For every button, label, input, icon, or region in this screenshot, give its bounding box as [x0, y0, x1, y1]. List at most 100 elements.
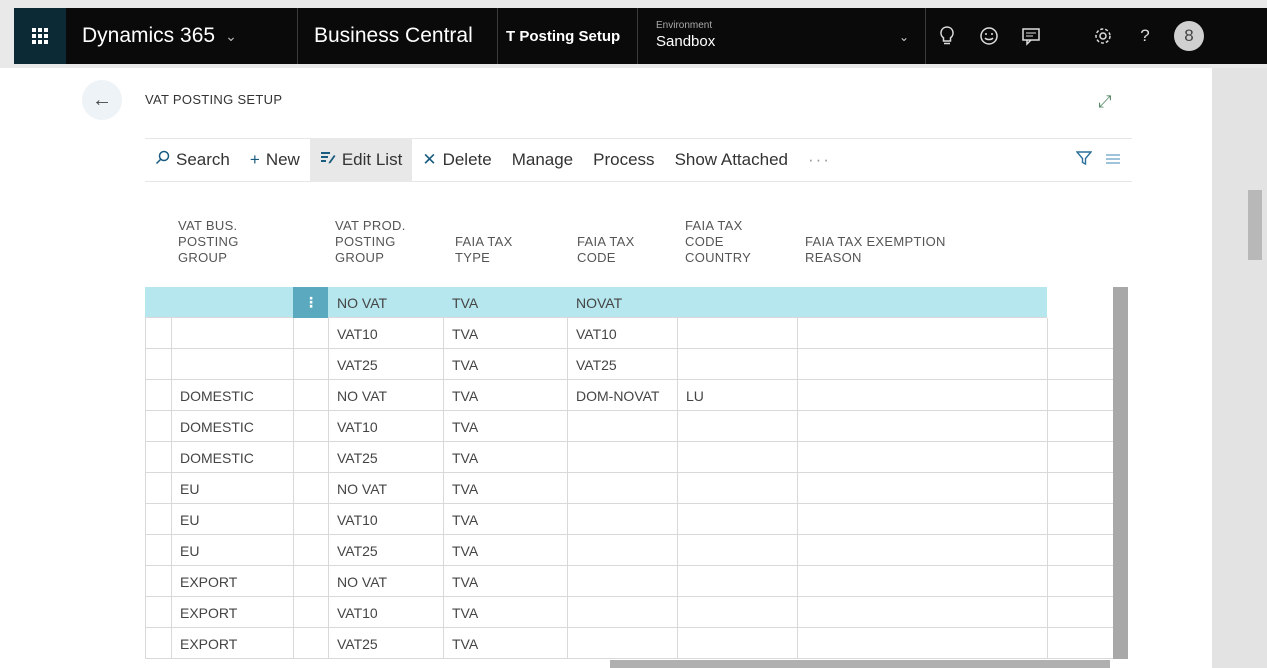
- cell-vat-bus-posting-group[interactable]: DOMESTIC: [171, 411, 293, 442]
- cell-faia-tax-type[interactable]: TVA: [443, 349, 567, 380]
- feedback-icon[interactable]: [1010, 8, 1052, 64]
- cell-vat-bus-posting-group[interactable]: EU: [171, 504, 293, 535]
- cell-faia-tax-exemption-reason[interactable]: [797, 411, 1047, 442]
- cell-faia-tax-exemption-reason[interactable]: [797, 442, 1047, 473]
- table-row[interactable]: DOMESTIC VAT25 TVA: [145, 442, 1113, 473]
- cell-vat-bus-posting-group[interactable]: [171, 287, 293, 318]
- table-row[interactable]: VAT25 TVA VAT25: [145, 349, 1113, 380]
- column-header-faia-tax-code-country[interactable]: FAIA TAX CODE COUNTRY: [685, 218, 751, 266]
- cell-faia-tax-code[interactable]: [567, 442, 677, 473]
- new-button[interactable]: + New: [240, 138, 310, 182]
- row-menu-button[interactable]: [293, 442, 328, 473]
- back-button[interactable]: ←: [82, 80, 122, 120]
- cell-vat-prod-posting-group[interactable]: NO VAT: [328, 287, 443, 318]
- row-selector[interactable]: [145, 442, 171, 473]
- avatar[interactable]: 8: [1174, 21, 1204, 51]
- cell-faia-tax-type[interactable]: TVA: [443, 504, 567, 535]
- row-menu-button[interactable]: [293, 535, 328, 566]
- table-row[interactable]: EXPORT VAT25 TVA: [145, 628, 1113, 659]
- manage-menu[interactable]: Manage: [502, 138, 583, 182]
- cell-faia-tax-code[interactable]: [567, 628, 677, 659]
- row-menu-button[interactable]: [293, 473, 328, 504]
- column-header-faia-tax-exemption-reason[interactable]: FAIA TAX EXEMPTION REASON: [805, 234, 946, 266]
- cell-vat-prod-posting-group[interactable]: NO VAT: [328, 380, 443, 411]
- cell-vat-bus-posting-group[interactable]: EXPORT: [171, 597, 293, 628]
- show-attached-button[interactable]: Show Attached: [665, 138, 798, 182]
- column-header-vat-bus-posting-group[interactable]: VAT BUS. POSTING GROUP: [178, 218, 239, 266]
- row-selector[interactable]: [145, 628, 171, 659]
- cell-vat-prod-posting-group[interactable]: NO VAT: [328, 566, 443, 597]
- cell-faia-tax-code[interactable]: DOM-NOVAT: [567, 380, 677, 411]
- row-menu-button[interactable]: [293, 411, 328, 442]
- cell-vat-bus-posting-group[interactable]: EXPORT: [171, 628, 293, 659]
- row-menu-button[interactable]: [293, 380, 328, 411]
- cell-faia-tax-type[interactable]: TVA: [443, 442, 567, 473]
- cell-faia-tax-exemption-reason[interactable]: [797, 349, 1047, 380]
- page-tab[interactable]: T Posting Setup: [498, 8, 638, 64]
- cell-faia-tax-type[interactable]: TVA: [443, 628, 567, 659]
- cell-vat-bus-posting-group[interactable]: [171, 318, 293, 349]
- table-row[interactable]: ⋮ NO VAT TVA NOVAT: [145, 287, 1113, 318]
- cell-faia-tax-code-country[interactable]: [677, 628, 797, 659]
- cell-faia-tax-code-country[interactable]: [677, 597, 797, 628]
- delete-button[interactable]: ✕ Delete: [412, 138, 501, 182]
- cell-vat-prod-posting-group[interactable]: VAT25: [328, 628, 443, 659]
- cell-faia-tax-code[interactable]: [567, 473, 677, 504]
- row-menu-button[interactable]: [293, 597, 328, 628]
- cell-vat-prod-posting-group[interactable]: VAT10: [328, 504, 443, 535]
- cell-faia-tax-type[interactable]: TVA: [443, 566, 567, 597]
- cell-vat-bus-posting-group[interactable]: DOMESTIC: [171, 380, 293, 411]
- edit-list-button[interactable]: Edit List: [309, 138, 413, 182]
- row-menu-button[interactable]: ⋮: [293, 287, 328, 318]
- cell-faia-tax-code-country[interactable]: [677, 318, 797, 349]
- cell-faia-tax-code-country[interactable]: [677, 442, 797, 473]
- cell-faia-tax-code-country[interactable]: [677, 287, 797, 318]
- cell-faia-tax-type[interactable]: TVA: [443, 473, 567, 504]
- more-actions-button[interactable]: ···: [798, 138, 841, 182]
- cell-faia-tax-type[interactable]: TVA: [443, 411, 567, 442]
- row-selector[interactable]: [145, 349, 171, 380]
- cell-faia-tax-exemption-reason[interactable]: [797, 380, 1047, 411]
- cell-faia-tax-exemption-reason[interactable]: [797, 566, 1047, 597]
- cell-faia-tax-code[interactable]: [567, 566, 677, 597]
- cell-faia-tax-exemption-reason[interactable]: [797, 535, 1047, 566]
- table-row[interactable]: EU VAT10 TVA: [145, 504, 1113, 535]
- cell-vat-prod-posting-group[interactable]: VAT25: [328, 349, 443, 380]
- cell-faia-tax-exemption-reason[interactable]: [797, 287, 1047, 318]
- column-header-faia-tax-type[interactable]: FAIA TAX TYPE: [455, 234, 513, 266]
- cell-faia-tax-type[interactable]: TVA: [443, 597, 567, 628]
- process-menu[interactable]: Process: [583, 138, 664, 182]
- row-selector[interactable]: [145, 473, 171, 504]
- cell-faia-tax-type[interactable]: TVA: [443, 287, 567, 318]
- cell-faia-tax-code[interactable]: VAT25: [567, 349, 677, 380]
- page-scrollbar-thumb[interactable]: [1248, 190, 1262, 260]
- row-selector[interactable]: [145, 287, 171, 318]
- smiley-icon[interactable]: [968, 8, 1010, 64]
- help-icon[interactable]: ?: [1124, 8, 1166, 64]
- cell-faia-tax-code[interactable]: [567, 504, 677, 535]
- table-row[interactable]: EXPORT NO VAT TVA: [145, 566, 1113, 597]
- cell-vat-prod-posting-group[interactable]: VAT10: [328, 318, 443, 349]
- cell-faia-tax-code[interactable]: [567, 411, 677, 442]
- list-view-icon[interactable]: [1106, 152, 1120, 169]
- cell-vat-bus-posting-group[interactable]: EU: [171, 473, 293, 504]
- row-menu-button[interactable]: [293, 628, 328, 659]
- row-menu-button[interactable]: [293, 349, 328, 380]
- cell-vat-bus-posting-group[interactable]: EXPORT: [171, 566, 293, 597]
- cell-faia-tax-code-country[interactable]: [677, 535, 797, 566]
- cell-faia-tax-exemption-reason[interactable]: [797, 628, 1047, 659]
- cell-faia-tax-code-country[interactable]: [677, 566, 797, 597]
- cell-faia-tax-code[interactable]: [567, 535, 677, 566]
- row-selector[interactable]: [145, 411, 171, 442]
- cell-faia-tax-type[interactable]: TVA: [443, 535, 567, 566]
- cell-faia-tax-type[interactable]: TVA: [443, 380, 567, 411]
- settings-icon[interactable]: [1082, 8, 1124, 64]
- expand-icon[interactable]: ⤢: [1098, 92, 1112, 112]
- app-launcher-button[interactable]: [14, 8, 66, 64]
- cell-faia-tax-code-country[interactable]: [677, 349, 797, 380]
- cell-vat-prod-posting-group[interactable]: VAT10: [328, 597, 443, 628]
- cell-faia-tax-code[interactable]: NOVAT: [567, 287, 677, 318]
- cell-vat-prod-posting-group[interactable]: NO VAT: [328, 473, 443, 504]
- row-selector[interactable]: [145, 566, 171, 597]
- cell-faia-tax-code[interactable]: [567, 597, 677, 628]
